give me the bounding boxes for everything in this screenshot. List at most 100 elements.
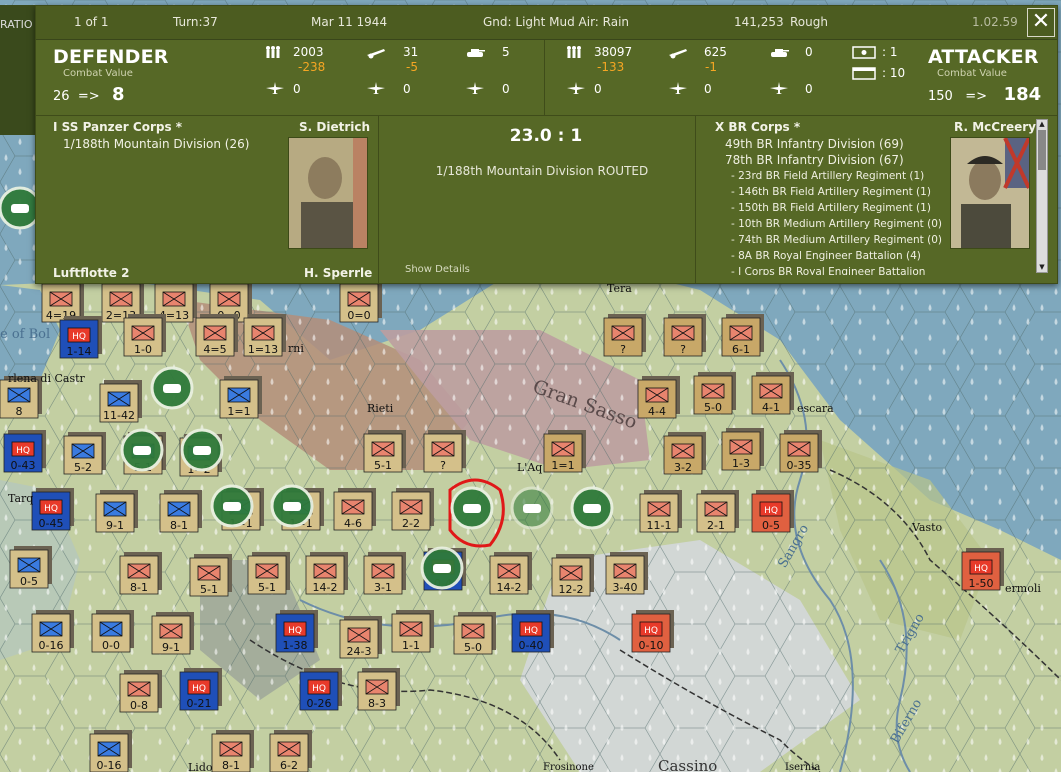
- unit-counter[interactable]: 8-1: [211, 730, 254, 772]
- hq-counter[interactable]: 1-14 HQ: [59, 316, 102, 359]
- unit-counter[interactable]: 4-1: [751, 372, 794, 415]
- unit-counter[interactable]: 0-16: [31, 610, 74, 653]
- unit-counter[interactable]: 1-3: [721, 428, 764, 471]
- unit-counter[interactable]: ?: [603, 314, 646, 357]
- counter-strength: 0-26: [307, 697, 332, 710]
- units-scrollbar[interactable]: ▲ ▼: [1036, 119, 1048, 273]
- unit-counter[interactable]: 4=19: [41, 280, 84, 323]
- scroll-up-icon[interactable]: ▲: [1037, 120, 1047, 129]
- hq-label: HQ: [644, 626, 658, 636]
- attacker-support-0[interactable]: - 23rd BR Field Artillery Regiment (1): [731, 170, 924, 182]
- armored-unit-marker[interactable]: [270, 484, 314, 528]
- unit-counter[interactable]: 0-8: [119, 670, 162, 713]
- unit-counter[interactable]: 9-1: [95, 490, 138, 533]
- show-details-link[interactable]: Show Details: [405, 264, 470, 275]
- armored-unit-marker[interactable]: [180, 428, 224, 472]
- armored-unit-marker[interactable]: [450, 486, 494, 530]
- hq-counter[interactable]: 1-50 HQ: [961, 548, 1004, 591]
- unit-counter[interactable]: 3-2: [663, 432, 706, 475]
- unit-counter[interactable]: 5-0: [693, 372, 736, 415]
- unit-counter[interactable]: 1-1: [391, 610, 434, 653]
- artillery-icon: [669, 49, 687, 59]
- armored-unit-marker[interactable]: [210, 484, 254, 528]
- unit-counter[interactable]: 4-4: [637, 376, 680, 419]
- unit-counter[interactable]: 4-6: [333, 488, 376, 531]
- unit-counter[interactable]: 5-1: [247, 552, 290, 595]
- unit-counter[interactable]: 24-3: [339, 616, 382, 659]
- unit-counter[interactable]: 14-2: [489, 552, 532, 595]
- unit-counter[interactable]: 1-0: [123, 314, 166, 357]
- unit-counter[interactable]: 8-1: [119, 552, 162, 595]
- unit-counter[interactable]: 9-1: [151, 612, 194, 655]
- scroll-down-icon[interactable]: ▼: [1037, 263, 1047, 272]
- armored-unit-marker[interactable]: [510, 486, 554, 530]
- hq-counter[interactable]: 0-10 HQ: [631, 610, 674, 653]
- unit-counter[interactable]: 0-16: [89, 730, 132, 772]
- unit-counter[interactable]: 2-1: [696, 490, 739, 533]
- counter-strength: 5-2: [74, 461, 92, 474]
- leader-modifier-icon: [852, 46, 876, 59]
- close-icon[interactable]: ✕: [1027, 8, 1055, 37]
- defender-unit-0[interactable]: 1/188th Mountain Division (26): [63, 137, 249, 151]
- armored-unit-marker[interactable]: [570, 486, 614, 530]
- odds-ratio: 23.0 : 1: [509, 126, 583, 146]
- counter-strength: 1-3: [732, 457, 750, 470]
- counter-strength: ?: [620, 343, 626, 356]
- counter-strength: 4-6: [344, 517, 362, 530]
- defender-air-bombers: 0: [403, 82, 411, 96]
- unit-counter[interactable]: 6-2: [269, 730, 312, 772]
- unit-counter[interactable]: 0-5: [9, 546, 52, 589]
- unit-counter[interactable]: 14-2: [305, 552, 348, 595]
- attacker-division-1[interactable]: 78th BR Infantry Division (67): [725, 153, 904, 167]
- armored-unit-marker[interactable]: [120, 428, 164, 472]
- unit-counter[interactable]: 0-0: [91, 610, 134, 653]
- attacker-cv-from: 150: [928, 89, 953, 104]
- hq-counter[interactable]: 0-43 HQ: [3, 430, 46, 473]
- unit-counter[interactable]: 1=13: [243, 314, 286, 357]
- defender-cv-arrow: =>: [77, 89, 100, 104]
- attacker-support-6[interactable]: - I Corps BR Royal Engineer Battalion: [731, 266, 925, 275]
- unit-counter[interactable]: 5-1: [189, 554, 232, 597]
- armored-unit-marker[interactable]: [150, 366, 194, 410]
- infantry-icon: [567, 46, 581, 58]
- unit-counter[interactable]: 1=1: [219, 376, 262, 419]
- unit-counter[interactable]: 2-2: [391, 488, 434, 531]
- unit-counter[interactable]: 11-42: [99, 380, 142, 423]
- attacker-support-4[interactable]: - 74th BR Medium Artillery Regiment (0): [731, 234, 942, 246]
- unit-counter[interactable]: 8-1: [159, 490, 202, 533]
- scroll-thumb[interactable]: [1038, 130, 1046, 170]
- unit-counter[interactable]: 1=1: [543, 430, 586, 473]
- unit-counter[interactable]: 4=5: [195, 314, 238, 357]
- unit-counter[interactable]: 0=0: [339, 280, 382, 323]
- attacker-support-2[interactable]: - 150th BR Field Artillery Regiment (1): [731, 202, 931, 214]
- hq-counter[interactable]: 0-40 HQ: [511, 610, 554, 653]
- hq-counter[interactable]: 0-45 HQ: [31, 488, 74, 531]
- unit-counter[interactable]: 3-40: [605, 552, 648, 595]
- counter-strength: 0-40: [519, 639, 544, 652]
- hq-counter[interactable]: 0-5 HQ: [751, 490, 794, 533]
- armored-unit-marker[interactable]: [0, 186, 42, 230]
- unit-counter[interactable]: 8-3: [357, 668, 400, 711]
- ratio-tab-label: RATIO: [0, 18, 33, 31]
- attacker-support-1[interactable]: - 146th BR Field Artillery Regiment (1): [731, 186, 931, 198]
- unit-counter[interactable]: 12-2: [551, 554, 594, 597]
- hq-counter[interactable]: 0-21 HQ: [179, 668, 222, 711]
- unit-counter[interactable]: 5-1: [363, 430, 406, 473]
- attacker-support-5[interactable]: - 8A BR Royal Engineer Battalion (4): [731, 250, 921, 262]
- unit-counter[interactable]: 3-1: [363, 552, 406, 595]
- unit-counter[interactable]: 0-35: [779, 430, 822, 473]
- attacker-support-3[interactable]: - 10th BR Medium Artillery Regiment (0): [731, 218, 942, 230]
- map-label-bolsena: e of Bol: [0, 327, 50, 342]
- unit-counter[interactable]: 6-1: [721, 314, 764, 357]
- unit-counter[interactable]: 5-2: [63, 432, 106, 475]
- unit-counter[interactable]: 5-0: [453, 612, 496, 655]
- unit-counter[interactable]: ?: [663, 314, 706, 357]
- unit-counter[interactable]: ?: [423, 430, 466, 473]
- hq-counter[interactable]: 0-26 HQ: [299, 668, 342, 711]
- counter-strength: 0-21: [187, 697, 212, 710]
- counter-strength: 2-2: [402, 517, 420, 530]
- unit-counter[interactable]: 11-1: [639, 490, 682, 533]
- armored-unit-marker[interactable]: [420, 546, 464, 590]
- attacker-division-0[interactable]: 49th BR Infantry Division (69): [725, 137, 904, 151]
- hq-counter[interactable]: 1-38 HQ: [275, 610, 318, 653]
